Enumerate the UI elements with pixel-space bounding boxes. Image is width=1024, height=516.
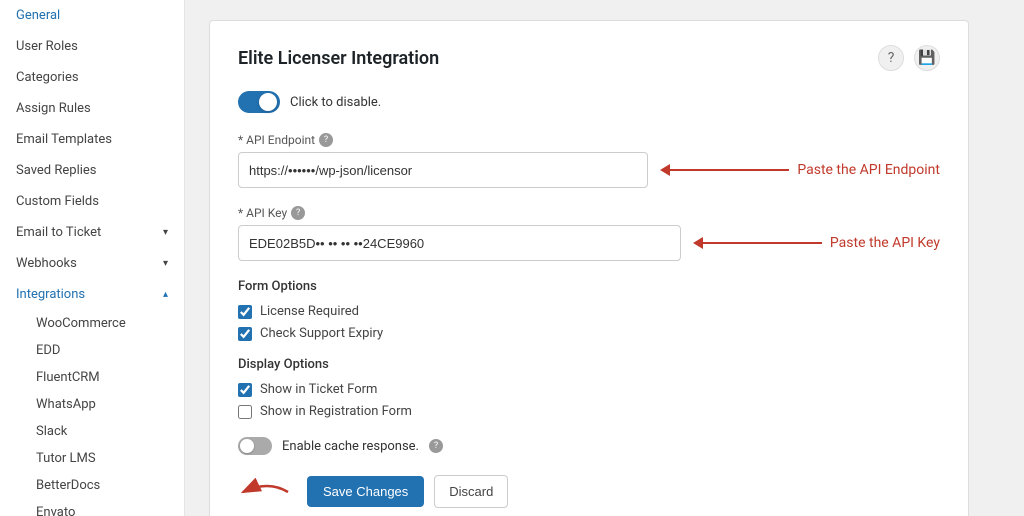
display-options-section: Display Options Show in Ticket Form Show… [238, 357, 940, 419]
display-options-title: Display Options [238, 357, 940, 372]
sidebar-item-fluentcrm[interactable]: FluentCRM [28, 364, 184, 391]
check-support-expiry-row: Check Support Expiry [238, 326, 940, 341]
help-icon[interactable]: ? [878, 45, 904, 71]
api-key-input[interactable] [238, 225, 681, 261]
action-buttons-row: Save Changes Discard [238, 475, 940, 508]
sidebar-item-saved-replies[interactable]: Saved Replies [0, 155, 184, 186]
sidebar-item-custom-fields[interactable]: Custom Fields [0, 186, 184, 217]
toggle-row: Click to disable. [238, 91, 940, 113]
page-header: Elite Licenser Integration ? 💾 [238, 45, 940, 71]
enable-toggle[interactable] [238, 91, 280, 113]
main-content: Elite Licenser Integration ? 💾 Click to … [185, 0, 1024, 516]
cache-toggle-knob [240, 439, 254, 453]
check-support-expiry-label[interactable]: Check Support Expiry [260, 326, 383, 341]
show-in-registration-checkbox[interactable] [238, 405, 252, 419]
endpoint-arrow: Paste the API Endpoint [660, 162, 940, 178]
api-key-info-icon[interactable]: ? [291, 206, 305, 220]
form-options-title: Form Options [238, 279, 940, 294]
toggle-knob [259, 93, 277, 111]
save-arrow-icon [238, 478, 293, 506]
endpoint-annotation: Paste the API Endpoint [797, 162, 940, 178]
cache-info-icon[interactable]: ? [429, 439, 443, 453]
sidebar-item-categories[interactable]: Categories [0, 62, 184, 93]
arrow-line [702, 242, 822, 244]
license-required-checkbox[interactable] [238, 305, 252, 319]
sidebar-item-woocommerce[interactable]: WooCommerce [28, 310, 184, 337]
cache-toggle-row: Enable cache response. ? [238, 437, 940, 455]
api-endpoint-input-row: Paste the API Endpoint [238, 152, 940, 188]
sidebar-sub-integrations: WooCommerce EDD FluentCRM WhatsApp Slack… [0, 310, 184, 516]
apikey-arrow: Paste the API Key [693, 235, 940, 251]
sidebar-item-whatsapp[interactable]: WhatsApp [28, 391, 184, 418]
api-endpoint-group: * API Endpoint ? Paste the API Endpoint [238, 133, 940, 188]
sidebar-item-betterdocs[interactable]: BetterDocs [28, 472, 184, 499]
sidebar-item-email-to-ticket[interactable]: Email to Ticket ▾ [0, 217, 184, 248]
apikey-annotation: Paste the API Key [830, 235, 940, 251]
save-icon[interactable]: 💾 [914, 45, 940, 71]
sidebar-item-webhooks[interactable]: Webhooks ▾ [0, 248, 184, 279]
api-key-label: * API Key ? [238, 206, 940, 220]
sidebar-item-envato[interactable]: Envato [28, 499, 184, 516]
sidebar-item-assign-rules[interactable]: Assign Rules [0, 93, 184, 124]
api-key-group: * API Key ? Paste the API Key [238, 206, 940, 261]
api-endpoint-info-icon[interactable]: ? [319, 133, 333, 147]
sidebar-item-user-roles[interactable]: User Roles [0, 31, 184, 62]
content-box: Elite Licenser Integration ? 💾 Click to … [209, 20, 969, 516]
page-title: Elite Licenser Integration [238, 48, 439, 69]
arrow-line [669, 169, 789, 171]
sidebar: General User Roles Categories Assign Rul… [0, 0, 185, 516]
sidebar-item-general[interactable]: General [0, 0, 184, 31]
api-key-input-row: Paste the API Key [238, 225, 940, 261]
form-options-section: Form Options License Required Check Supp… [238, 279, 940, 341]
show-in-registration-label[interactable]: Show in Registration Form [260, 404, 412, 419]
license-required-label[interactable]: License Required [260, 304, 359, 319]
chevron-up-icon: ▴ [163, 289, 168, 300]
sidebar-item-edd[interactable]: EDD [28, 337, 184, 364]
show-in-registration-row: Show in Registration Form [238, 404, 940, 419]
toggle-label: Click to disable. [290, 95, 381, 110]
discard-button[interactable]: Discard [434, 475, 508, 508]
api-endpoint-input[interactable] [238, 152, 648, 188]
cache-toggle[interactable] [238, 437, 272, 455]
license-required-row: License Required [238, 304, 940, 319]
sidebar-item-email-templates[interactable]: Email Templates [0, 124, 184, 155]
show-in-ticket-form-label[interactable]: Show in Ticket Form [260, 382, 377, 397]
check-support-expiry-checkbox[interactable] [238, 327, 252, 341]
sidebar-item-tutor-lms[interactable]: Tutor LMS [28, 445, 184, 472]
show-in-ticket-form-row: Show in Ticket Form [238, 382, 940, 397]
chevron-down-icon: ▾ [163, 258, 168, 269]
sidebar-item-integrations[interactable]: Integrations ▴ [0, 279, 184, 310]
api-endpoint-label: * API Endpoint ? [238, 133, 940, 147]
show-in-ticket-form-checkbox[interactable] [238, 383, 252, 397]
sidebar-item-slack[interactable]: Slack [28, 418, 184, 445]
chevron-down-icon: ▾ [163, 227, 168, 238]
cache-toggle-label: Enable cache response. [282, 439, 419, 454]
save-changes-button[interactable]: Save Changes [307, 476, 424, 507]
header-icons: ? 💾 [878, 45, 940, 71]
